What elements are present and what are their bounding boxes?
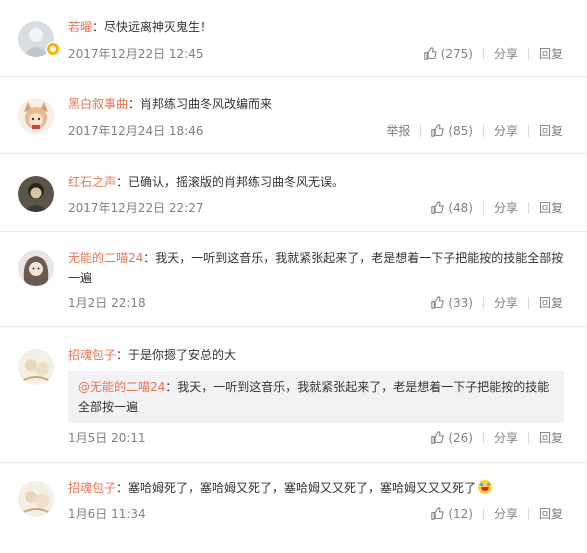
reply-button[interactable]: 回复 [539, 199, 563, 216]
username-link[interactable]: 若曜 [68, 20, 92, 34]
avatar[interactable] [18, 98, 54, 134]
comment-actions: (48) 分享 回复 [431, 199, 563, 216]
share-button[interactable]: 分享 [494, 45, 518, 62]
like-count: (33) [448, 295, 473, 310]
divider [527, 124, 529, 137]
username-link[interactable]: 招魂包子 [68, 348, 116, 362]
avatar[interactable] [18, 250, 54, 286]
reply-button[interactable]: 回复 [539, 122, 563, 139]
comment-time: 1月5日 20:11 [68, 431, 146, 445]
username-link[interactable]: 招魂包子 [68, 481, 116, 495]
thumbs-up-icon [431, 201, 445, 214]
thumbs-up-icon [431, 296, 445, 309]
divider [527, 47, 529, 60]
like-button[interactable]: (12) [431, 507, 473, 521]
comment-actions: (26) 分享 回复 [431, 429, 563, 446]
share-button[interactable]: 分享 [494, 429, 518, 446]
share-button[interactable]: 分享 [494, 505, 518, 522]
comment-item: 招魂包子：于是你摁了安总的大 @无能的二喵24：我天，一听到这音乐，我就紧张起来… [0, 327, 587, 463]
comment-text: 塞哈姆死了，塞哈姆又死了，塞哈姆又又死了，塞哈姆又又又死了 [128, 481, 477, 495]
like-button[interactable]: (33) [431, 296, 473, 310]
username-link[interactable]: 红石之声 [68, 175, 116, 189]
avatar[interactable] [18, 481, 54, 517]
name-separator: ： [92, 20, 105, 34]
like-count: (48) [448, 200, 473, 215]
name-separator: ： [116, 175, 129, 189]
like-button[interactable]: (26) [431, 431, 473, 445]
name-separator: ： [128, 97, 141, 111]
like-button[interactable]: (275) [423, 46, 473, 61]
comment-time: 1月6日 11:34 [68, 507, 146, 521]
comment-time: 2017年12月24日 18:46 [68, 124, 204, 138]
mention-link[interactable]: @无能的二喵24 [78, 380, 165, 394]
like-count: (12) [448, 506, 473, 521]
comment-item: 黑白叙事曲：肖邦练习曲冬风改编而来 2017年12月24日 18:46 举报 (… [0, 77, 587, 154]
avatar[interactable] [18, 176, 54, 212]
divider [482, 296, 484, 309]
reply-button[interactable]: 回复 [539, 429, 563, 446]
comment-actions: 举报 (85) 分享 回复 [386, 122, 563, 139]
comment-actions: (12) 分享 回复 [431, 505, 563, 522]
quoted-comment: @无能的二喵24：我天，一听到这音乐，我就紧张起来了，老是想着一下子把能按的技能… [68, 371, 564, 423]
reply-button[interactable]: 回复 [539, 45, 563, 62]
reply-button[interactable]: 回复 [539, 505, 563, 522]
like-button[interactable]: (85) [431, 124, 473, 138]
comment-time: 2017年12月22日 22:27 [68, 201, 204, 215]
comment-item: 红石之声：已确认，摇滚版的肖邦练习曲冬风无误。 2017年12月22日 22:2… [0, 154, 587, 232]
like-count: (275) [440, 46, 473, 61]
reply-button[interactable]: 回复 [539, 294, 563, 311]
comment-text: 尽快远离神灭鬼生！ [104, 20, 213, 34]
like-count: (26) [448, 430, 473, 445]
username-link[interactable]: 无能的二喵24 [68, 251, 143, 265]
share-button[interactable]: 分享 [494, 294, 518, 311]
comment-time: 2017年12月22日 12:45 [68, 47, 204, 61]
divider [527, 296, 529, 309]
share-button[interactable]: 分享 [494, 199, 518, 216]
name-separator: ： [143, 251, 156, 265]
comment-text: 已确认，摇滚版的肖邦练习曲冬风无误。 [128, 175, 345, 189]
divider [420, 124, 422, 137]
name-separator: ： [116, 481, 129, 495]
comment-text: 肖邦练习曲冬风改编而来 [140, 97, 273, 111]
comment-text: 于是你摁了安总的大 [128, 348, 237, 362]
divider [482, 47, 484, 60]
comment-item: 招魂包子：塞哈姆死了，塞哈姆又死了，塞哈姆又又死了，塞哈姆又又又死了 1月6日 … [0, 463, 587, 553]
report-button[interactable]: 举报 [386, 122, 410, 139]
divider [482, 507, 484, 520]
divider [527, 507, 529, 520]
vip-badge-icon [46, 42, 60, 56]
comment-item: 若曜：尽快远离神灭鬼生！ 2017年12月22日 12:45 (275) 分享 … [0, 0, 587, 77]
laugh-cry-emoji-icon [478, 480, 493, 494]
username-link[interactable]: 黑白叙事曲 [68, 97, 128, 111]
divider [482, 431, 484, 444]
name-separator: ： [116, 348, 129, 362]
divider [527, 431, 529, 444]
like-count: (85) [448, 123, 473, 138]
share-button[interactable]: 分享 [494, 122, 518, 139]
thumbs-up-icon [431, 507, 445, 520]
divider [482, 124, 484, 137]
like-button[interactable]: (48) [431, 201, 473, 215]
comment-item: 无能的二喵24：我天，一听到这音乐，我就紧张起来了，老是想着一下子把能按的技能全… [0, 232, 587, 327]
thumbs-up-icon [423, 47, 437, 60]
avatar[interactable] [18, 349, 54, 385]
thumbs-up-icon [431, 431, 445, 444]
comment-actions: (275) 分享 回复 [423, 45, 563, 62]
comment-actions: (33) 分享 回复 [431, 294, 563, 311]
divider [482, 201, 484, 214]
quote-separator: ： [165, 380, 178, 394]
thumbs-up-icon [431, 124, 445, 137]
divider [527, 201, 529, 214]
comment-time: 1月2日 22:18 [68, 296, 146, 310]
